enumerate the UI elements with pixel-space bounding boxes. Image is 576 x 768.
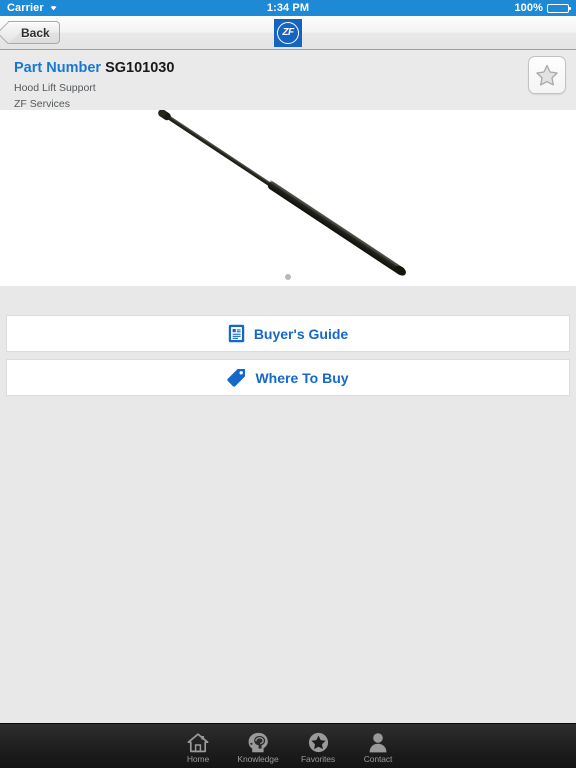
tab-favorites[interactable]: Favorites (295, 728, 341, 764)
where-to-buy-label: Where To Buy (255, 369, 349, 386)
status-bar-time: 1:34 PM (266, 2, 310, 14)
person-icon (368, 731, 388, 753)
where-to-buy-button[interactable]: Where To Buy (6, 359, 570, 396)
action-list: Buyer's Guide Where To Buy (0, 315, 576, 403)
zf-logo-icon: ZF (274, 18, 302, 47)
back-button[interactable]: Back (0, 21, 60, 45)
part-description: Hood Lift Support (14, 82, 96, 94)
home-icon (187, 731, 209, 753)
zf-logo-text: ZF (282, 27, 294, 38)
content-filler (0, 403, 576, 723)
tag-icon (227, 368, 246, 387)
image-bottom-spacer (0, 286, 576, 315)
buyers-guide-label: Buyer's Guide (253, 325, 349, 342)
app-root: Carrier 1:34 PM 100% Back ZF Part Number… (0, 0, 576, 768)
star-circle-icon (308, 731, 329, 753)
tab-favorites-label: Favorites (300, 754, 336, 764)
chevron-left-icon (0, 21, 20, 45)
tab-bar: Home Knowledge Favorites Contact (0, 723, 576, 768)
tab-knowledge-label: Knowledge (237, 754, 279, 764)
tab-home-label: Home (186, 754, 210, 764)
buyers-guide-button[interactable]: Buyer's Guide (6, 315, 570, 352)
page-dots[interactable] (0, 274, 576, 280)
navigation-bar: Back ZF (0, 16, 576, 50)
document-icon (228, 324, 245, 343)
page-title: Part Number SG101030 (14, 59, 562, 77)
back-button-label: Back (21, 25, 50, 40)
battery-full-icon (547, 3, 571, 13)
battery-percent-label: 100% (514, 2, 543, 14)
product-image-carousel[interactable] (0, 110, 576, 286)
part-header: Part Number SG101030 Hood Lift Support Z… (0, 50, 576, 110)
head-brain-icon (247, 731, 269, 753)
carrier-label: Carrier (7, 2, 44, 14)
status-bar: Carrier 1:34 PM 100% (0, 0, 576, 16)
tab-contact[interactable]: Contact (355, 728, 401, 764)
tab-knowledge[interactable]: Knowledge (235, 728, 281, 764)
part-number-value: SG101030 (105, 60, 175, 76)
page-dot-active[interactable] (285, 274, 291, 280)
zf-logo-ring: ZF (277, 21, 299, 44)
wifi-icon (48, 2, 59, 14)
part-number-label: Part Number (14, 60, 102, 76)
favorite-button[interactable] (528, 56, 566, 94)
star-outline-icon (536, 64, 558, 86)
tab-contact-label: Contact (363, 754, 393, 764)
tab-home[interactable]: Home (175, 728, 221, 764)
status-bar-right: 100% (514, 2, 571, 14)
status-bar-left: Carrier (7, 2, 59, 14)
product-image (158, 110, 406, 276)
part-brand: ZF Services (14, 98, 71, 110)
